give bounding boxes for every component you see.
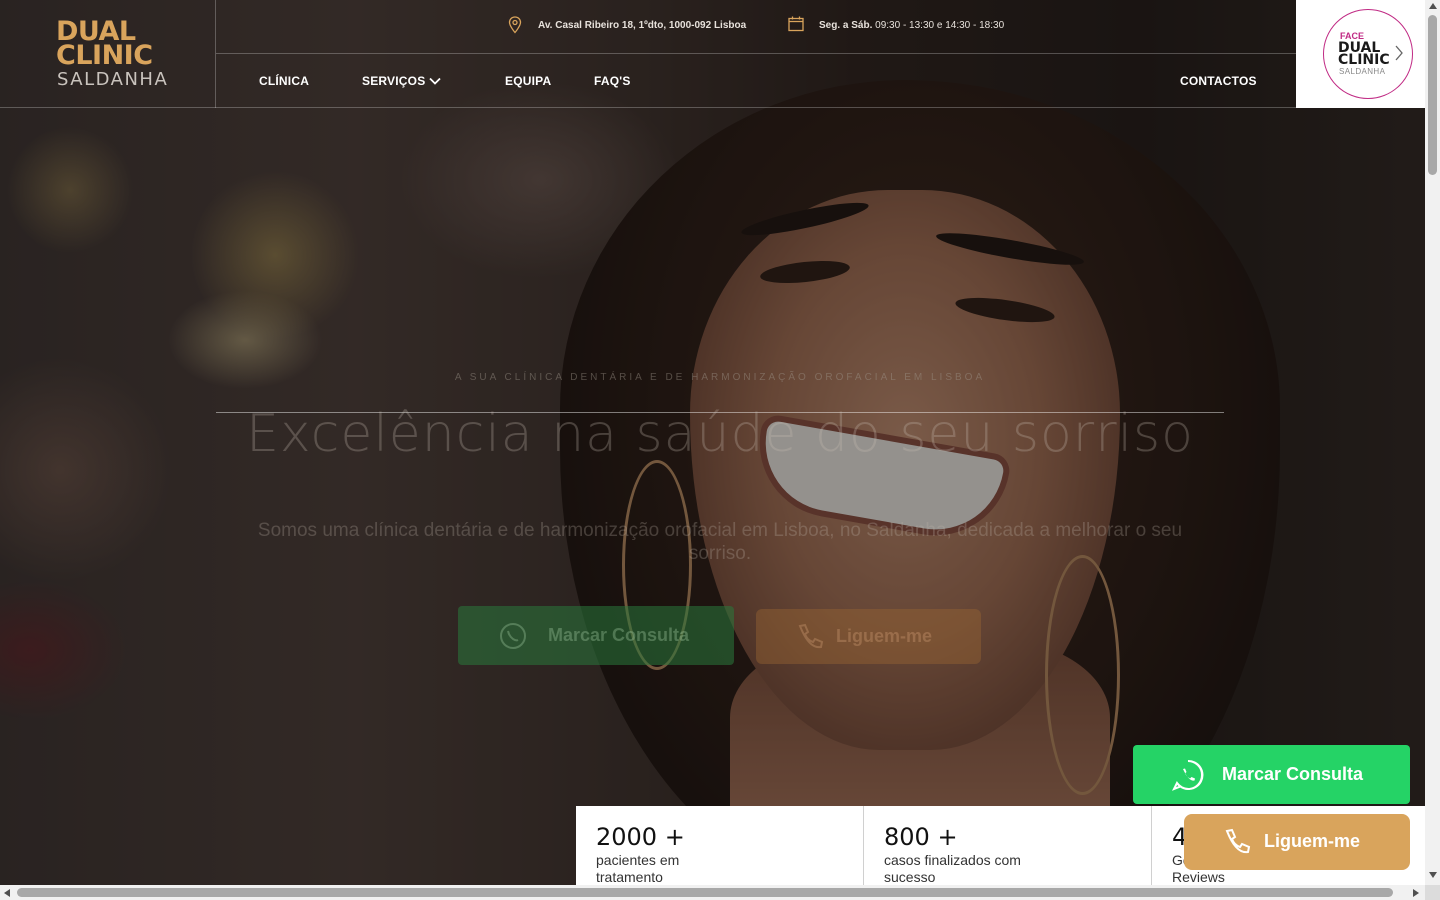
floating-whatsapp-button[interactable]: Marcar Consulta [1133,745,1410,804]
whatsapp-icon [1171,759,1204,791]
scroll-down-arrow[interactable] [1429,872,1437,878]
floating-call-label: Liguem-me [1264,831,1361,851]
face-badge-label-clinic: CLINIC [1338,52,1390,68]
scroll-up-arrow[interactable] [1429,3,1437,9]
hero-whatsapp-button[interactable]: Marcar Consulta [458,606,734,665]
opening-days: Seg. a Sáb. [819,20,873,31]
nav-item-clinica[interactable]: CLÍNICA [259,74,309,88]
scrollbar-corner [1425,885,1440,900]
hero-whatsapp-label: Marcar Consulta [548,625,690,645]
floating-call-button[interactable]: Liguem-me [1184,814,1410,870]
opening-times: 09:30 - 13:30 e 14:30 - 18:30 [872,20,1005,31]
hero-call-button[interactable]: Liguem-me [756,609,981,664]
site-header: DUAL CLINIC SALDANHA Av. Casal Ribeiro 1… [0,0,1296,108]
floating-whatsapp-label: Marcar Consulta [1222,764,1364,784]
stat-number: 800 + [884,823,958,851]
logo-text-saldanha: SALDANHA [57,69,169,90]
horizontal-scroll-thumb[interactable] [17,888,1393,897]
calendar-icon [788,16,804,32]
hero-headline: Excelência na saúde do seu sorriso [246,404,1194,464]
scroll-right-arrow[interactable] [1413,889,1419,897]
nav-item-servicos[interactable]: SERVIÇOS [362,74,425,88]
top-info-bar: Av. Casal Ribeiro 18, 1ºdto, 1000-092 Li… [216,0,1296,54]
stat-label: pacientes em tratamento [596,852,680,885]
address-text[interactable]: Av. Casal Ribeiro 18, 1ºdto, 1000-092 Li… [538,20,746,31]
chevron-down-icon[interactable] [428,74,442,88]
stat-label: casos finalizados com sucesso [884,852,1021,885]
map-pin-icon [508,16,522,34]
hero-tagline: A SUA CLÍNICA DENTÁRIA E DE HARMONIZAÇÃO… [454,372,986,383]
phone-icon [798,623,824,649]
opening-hours: Seg. a Sáb. 09:30 - 13:30 e 14:30 - 18:3… [819,20,1004,31]
logo-text-clinic: CLINIC [56,40,153,71]
chevron-right-icon [1395,45,1403,61]
nav-item-contactos[interactable]: CONTACTOS [1180,74,1257,88]
horizontal-scrollbar[interactable] [0,885,1425,900]
hero-call-label: Liguem-me [836,626,933,646]
face-badge-label-saldanha: SALDANHA [1339,67,1386,76]
nav-item-equipa[interactable]: EQUIPA [505,74,551,88]
scroll-left-arrow[interactable] [4,889,10,897]
hero-subtext: Somos uma clínica dentária e de harmoniz… [257,520,1183,564]
vertical-scroll-thumb[interactable] [1428,15,1437,175]
stat-cases: 800 + casos finalizados com sucesso [864,806,1151,885]
stat-patients: 2000 + pacientes em tratamento [576,806,863,885]
phone-icon [1225,828,1251,854]
vertical-scrollbar[interactable] [1425,0,1440,885]
logo[interactable]: DUAL CLINIC SALDANHA [0,0,216,108]
whatsapp-icon [500,623,526,649]
nav-item-faqs[interactable]: FAQ'S [594,74,631,88]
stat-number: 2000 + [596,823,685,851]
face-dual-clinic-link[interactable]: FACE DUAL CLINIC SALDANHA [1296,0,1426,108]
